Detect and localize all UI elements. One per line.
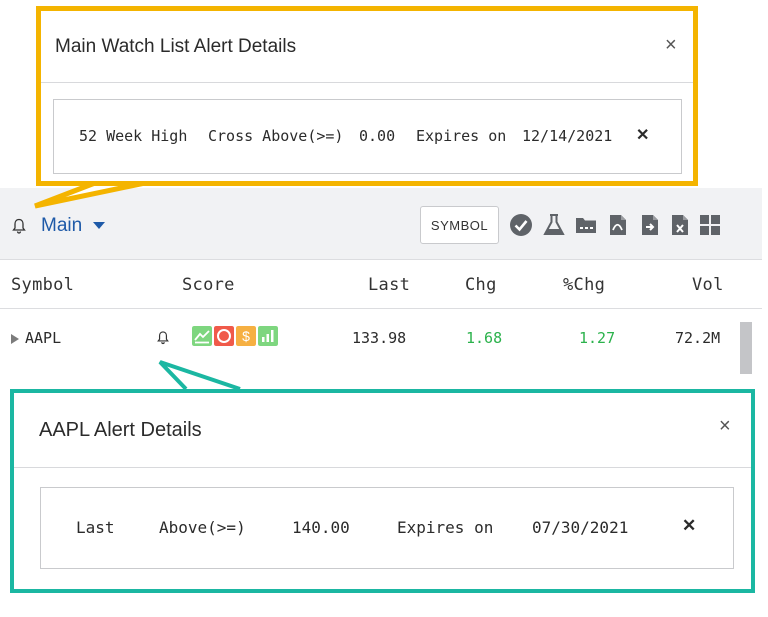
dollar-icon: $ xyxy=(236,326,256,346)
bar-chart-icon xyxy=(258,326,278,346)
vertical-scrollbar[interactable] xyxy=(740,322,752,374)
popup-divider xyxy=(41,82,693,83)
expand-triangle-icon[interactable] xyxy=(11,334,19,344)
watchlist-panel: Main SYMBOL Symbol Score Last Chg %Chg V… xyxy=(0,188,768,375)
alert-expires-date: 12/14/2021 xyxy=(522,127,613,145)
watchlist-toolbar: Main SYMBOL xyxy=(0,188,762,260)
column-header-chg[interactable]: Chg xyxy=(465,275,497,295)
excel-icon[interactable] xyxy=(668,213,692,237)
bell-icon[interactable] xyxy=(157,330,169,345)
delete-alert-icon[interactable]: ✕ xyxy=(636,125,649,145)
row-symbol[interactable]: AAPL xyxy=(25,329,61,347)
flask-icon[interactable] xyxy=(542,213,566,237)
alert-criteria: 52 Week High xyxy=(79,127,188,145)
alert-details-box: Last Above(>=) 140.00 Expires on 07/30/2… xyxy=(40,487,734,569)
bell-icon[interactable] xyxy=(12,218,26,234)
close-icon[interactable]: × xyxy=(719,415,731,438)
pdf-icon[interactable] xyxy=(606,213,630,237)
alert-expires-label: Expires on xyxy=(397,518,494,537)
row-vol: 72.2M xyxy=(675,329,721,347)
watchlist-selector[interactable]: Main xyxy=(41,215,82,237)
svg-text:$: $ xyxy=(242,328,250,344)
check-circle-icon[interactable] xyxy=(509,213,533,237)
export-icon[interactable] xyxy=(638,213,662,237)
alert-criteria: Last xyxy=(76,518,115,537)
chevron-down-icon[interactable] xyxy=(93,222,105,229)
alert-condition: Above(>=) xyxy=(159,518,246,537)
delete-alert-icon[interactable]: ✕ xyxy=(682,516,696,536)
row-pct-chg: 1.27 xyxy=(579,329,616,347)
alert-condition: Cross Above(>=) xyxy=(208,127,344,145)
column-header-last[interactable]: Last xyxy=(368,275,410,295)
table-row[interactable]: AAPL $ 133.98 1.68 1.27 72.2M xyxy=(0,310,740,368)
popup-title: Main Watch List Alert Details xyxy=(55,36,297,57)
circle-icon xyxy=(214,326,234,346)
row-last: 133.98 xyxy=(352,329,407,347)
column-header-pct-chg[interactable]: %Chg xyxy=(563,275,605,295)
alert-expires-label: Expires on xyxy=(416,127,507,145)
alert-value: 140.00 xyxy=(292,518,350,537)
close-icon[interactable]: × xyxy=(665,34,677,57)
grid-icon[interactable] xyxy=(698,213,722,237)
alert-details-box: 52 Week High Cross Above(>=) 0.00 Expire… xyxy=(53,99,682,174)
column-header-score[interactable]: Score xyxy=(182,275,235,295)
popup-divider xyxy=(14,467,751,468)
symbol-alert-popup: AAPL Alert Details × Last Above(>=) 140.… xyxy=(10,389,755,593)
symbol-button[interactable]: SYMBOL xyxy=(420,206,499,244)
alert-value: 0.00 xyxy=(359,127,396,145)
table-header: Symbol Score Last Chg %Chg Vol xyxy=(0,261,762,309)
alert-expires-date: 07/30/2021 xyxy=(532,518,629,537)
popup-title: AAPL Alert Details xyxy=(39,419,202,441)
row-chg: 1.68 xyxy=(466,329,503,347)
column-header-vol[interactable]: Vol xyxy=(692,275,724,295)
watchlist-alert-popup: Main Watch List Alert Details × 52 Week … xyxy=(36,6,698,186)
trend-chart-icon xyxy=(192,326,212,346)
column-header-symbol[interactable]: Symbol xyxy=(11,275,74,295)
folder-icon[interactable] xyxy=(574,213,598,237)
